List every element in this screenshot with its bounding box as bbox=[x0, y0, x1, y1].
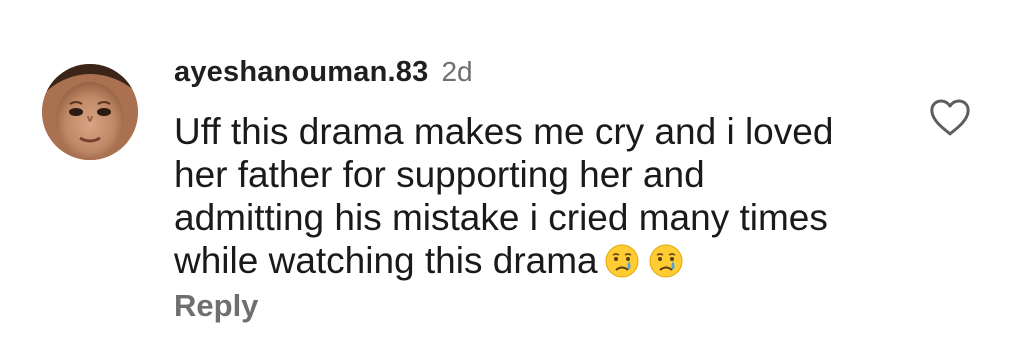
crying-face-emoji-icon bbox=[648, 243, 684, 279]
comment-header: ayeshanouman.83 2d bbox=[174, 56, 473, 89]
comment-timestamp: 2d bbox=[441, 56, 473, 87]
comment-text-line: while watching this drama bbox=[174, 240, 598, 281]
comment-text-line: her father for supporting her and bbox=[174, 154, 705, 195]
like-button[interactable] bbox=[928, 98, 972, 138]
avatar[interactable] bbox=[42, 64, 138, 160]
reply-button[interactable]: Reply bbox=[174, 288, 258, 324]
heart-outline-icon bbox=[930, 99, 970, 136]
comment-text: Uff this drama makes me cry and i loved … bbox=[174, 110, 894, 282]
username-link[interactable]: ayeshanouman.83 bbox=[174, 56, 428, 89]
crying-face-emoji-icon bbox=[604, 243, 640, 279]
comment-text-line: admitting his mistake i cried many times bbox=[174, 197, 828, 238]
comment-item: ayeshanouman.83 2d Uff this drama makes … bbox=[0, 0, 1024, 357]
comment-text-line: Uff this drama makes me cry and i loved bbox=[174, 111, 834, 152]
comment-text-line-last: while watching this drama bbox=[174, 239, 894, 282]
avatar-image bbox=[42, 64, 138, 160]
